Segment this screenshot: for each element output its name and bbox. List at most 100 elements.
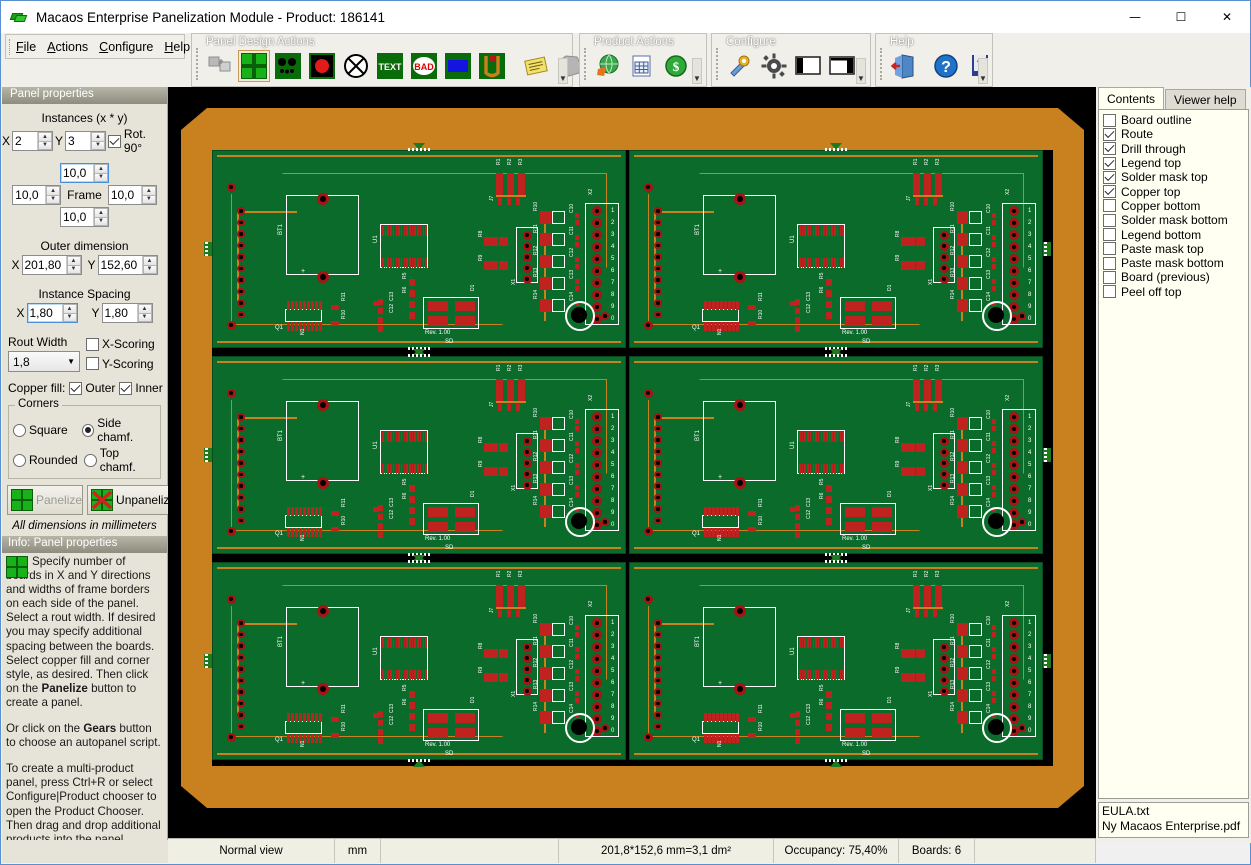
toolbar-grip[interactable] xyxy=(196,48,201,80)
board-instance[interactable]: BT1 + U1 Q1 N1 R11 R10 C13 C12 R5 R6 Rev. 1.00 SD D1 R… xyxy=(212,562,626,760)
menu-help[interactable]: Help xyxy=(164,40,190,54)
toolbar-overflow[interactable]: ▼ xyxy=(976,48,990,84)
layout-left-button[interactable] xyxy=(792,50,824,82)
panelize-button[interactable]: Panelize xyxy=(7,485,84,515)
spacing-y-input[interactable] xyxy=(102,304,137,322)
x-scoring-checkbox[interactable]: X-Scoring xyxy=(86,337,155,351)
spinner-buttons[interactable]: ▲ ▼ xyxy=(93,208,108,226)
instances-x-stepper[interactable]: ▲▼ xyxy=(12,131,54,151)
layer-row[interactable]: Copper bottom xyxy=(1103,199,1248,213)
frame-top-input[interactable] xyxy=(61,164,93,182)
spacing-x-input[interactable] xyxy=(27,304,62,322)
pcb-viewer-canvas[interactable]: BT1 + U1 Q1 N1 R11 R10 C13 C12 R5 R6 Rev. 1.00 SD D1 R… xyxy=(168,87,1096,839)
instances-x-input[interactable] xyxy=(13,132,38,150)
frame-right-stepper[interactable]: ▲▼ xyxy=(107,185,157,205)
spinner-buttons[interactable]: ▲ ▼ xyxy=(140,186,156,204)
copper-fill-inner-checkbox[interactable]: Inner xyxy=(119,381,163,395)
minimize-button[interactable]: — xyxy=(1112,1,1158,33)
table-button[interactable] xyxy=(626,50,658,82)
bad-mark-button[interactable]: BAD xyxy=(408,50,440,82)
layer-row[interactable]: Paste mask bottom xyxy=(1103,256,1248,270)
layer-row[interactable]: Drill through xyxy=(1103,142,1248,156)
layer-row[interactable]: Paste mask top xyxy=(1103,242,1248,256)
menu-actions[interactable]: Actions xyxy=(47,40,88,54)
toolbar-overflow[interactable]: ▼ xyxy=(556,48,570,84)
board-instance[interactable]: BT1 + U1 Q1 N1 R11 R10 C13 C12 R5 R6 Rev. 1.00 SD D1 R… xyxy=(629,356,1043,554)
unpanelize-button[interactable]: Unpanelize xyxy=(87,485,178,515)
spinner-buttons[interactable]: ▲ ▼ xyxy=(141,256,157,274)
toolbar-overflow[interactable]: ▼ xyxy=(690,48,704,84)
tab-viewer-help[interactable]: Viewer help xyxy=(1165,89,1246,109)
list-item[interactable]: EULA.txt xyxy=(1102,804,1248,819)
text-button[interactable]: TEXT xyxy=(374,50,406,82)
frame-left-stepper[interactable]: ▲▼ xyxy=(12,185,62,205)
frame-bottom-input[interactable] xyxy=(61,208,93,226)
toolbar-grip[interactable] xyxy=(716,48,721,80)
outer-x-input[interactable] xyxy=(22,256,66,274)
exit-button[interactable] xyxy=(888,50,920,82)
toolbar-grip[interactable] xyxy=(880,48,885,80)
spinner-buttons[interactable]: ▲ ▼ xyxy=(37,132,53,150)
close-button[interactable]: ✕ xyxy=(1204,1,1250,33)
rout-shape-button[interactable] xyxy=(476,50,508,82)
corner-top-chamf-radio[interactable]: Top chamf. xyxy=(84,446,156,474)
layer-row[interactable]: Legend bottom xyxy=(1103,227,1248,242)
corner-side-chamf-radio[interactable]: Side chamf. xyxy=(82,416,156,444)
toolbar-grip[interactable] xyxy=(584,48,589,80)
layer-row[interactable]: Peel off top xyxy=(1103,285,1248,299)
blue-area-button[interactable] xyxy=(442,50,474,82)
gears-button[interactable] xyxy=(758,50,790,82)
list-item[interactable]: Ny Macaos Enterprise.pdf xyxy=(1102,819,1248,834)
corner-square-radio[interactable]: Square xyxy=(13,416,82,444)
outer-x-stepper[interactable]: ▲▼ xyxy=(21,255,82,275)
spinner-buttons[interactable]: ▲ ▼ xyxy=(61,304,77,322)
outer-y-input[interactable] xyxy=(98,256,142,274)
rotate-90-checkbox[interactable]: Rot. 90° xyxy=(108,127,167,155)
menu-grip[interactable] xyxy=(9,39,13,55)
layer-row[interactable]: Solder mask top xyxy=(1103,170,1248,184)
menu-file[interactable]: File xyxy=(16,40,36,54)
layer-row[interactable]: Board (previous) xyxy=(1103,270,1248,284)
board-instance[interactable]: BT1 + U1 Q1 N1 R11 R10 C13 C12 R5 R6 Rev. 1.00 SD D1 R… xyxy=(212,356,626,554)
spacing-y-stepper[interactable]: ▲▼ xyxy=(101,303,153,323)
spacing-x-stepper[interactable]: ▲▼ xyxy=(26,303,78,323)
layer-row[interactable]: Board outline xyxy=(1103,113,1248,127)
board-instance[interactable]: BT1 + U1 Q1 N1 R11 R10 C13 C12 R5 R6 Rev. 1.00 SD D1 R… xyxy=(212,150,626,348)
mouse-bites-button[interactable] xyxy=(272,50,304,82)
layer-row[interactable]: Solder mask bottom xyxy=(1103,213,1248,227)
toolbar-overflow[interactable]: ▼ xyxy=(854,48,868,84)
menu-configure[interactable]: Configure xyxy=(99,40,153,54)
board-instance[interactable]: BT1 + U1 Q1 N1 R11 R10 C13 C12 R5 R6 Rev. 1.00 SD D1 R… xyxy=(629,150,1043,348)
spinner-buttons[interactable]: ▲ ▼ xyxy=(93,164,108,182)
web-button[interactable] xyxy=(592,50,624,82)
spinner-buttons[interactable]: ▲ ▼ xyxy=(45,186,61,204)
help-button[interactable]: ? xyxy=(930,50,962,82)
spinner-buttons[interactable]: ▲ ▼ xyxy=(65,256,81,274)
settings-button[interactable] xyxy=(724,50,756,82)
rout-width-select[interactable]: 1,8 ▼ xyxy=(8,351,80,372)
unpanelize-grey-button[interactable] xyxy=(204,50,236,82)
copper-fill-outer-checkbox[interactable]: Outer xyxy=(69,381,115,395)
tab-contents[interactable]: Contents xyxy=(1098,87,1165,109)
layer-row[interactable]: Legend top xyxy=(1103,156,1248,170)
panelize-grid-button[interactable] xyxy=(238,50,270,82)
maximize-button[interactable]: ☐ xyxy=(1158,1,1204,33)
corner-rounded-radio[interactable]: Rounded xyxy=(13,446,84,474)
add-drill-button[interactable] xyxy=(306,50,338,82)
y-scoring-checkbox[interactable]: Y-Scoring xyxy=(86,357,154,371)
frame-left-input[interactable] xyxy=(13,186,46,204)
frame-right-input[interactable] xyxy=(108,186,141,204)
board-instance[interactable]: BT1 + U1 Q1 N1 R11 R10 C13 C12 R5 R6 Rev. 1.00 SD D1 R… xyxy=(629,562,1043,760)
spinner-buttons[interactable]: ▲ ▼ xyxy=(90,132,106,150)
outer-y-stepper[interactable]: ▲▼ xyxy=(97,255,158,275)
frame-bottom-stepper[interactable]: ▲▼ xyxy=(60,207,109,227)
instances-y-stepper[interactable]: ▲▼ xyxy=(65,131,107,151)
price-button[interactable]: $ xyxy=(660,50,692,82)
instances-y-input[interactable] xyxy=(66,132,91,150)
notes-button[interactable] xyxy=(520,50,552,82)
frame-top-stepper[interactable]: ▲▼ xyxy=(60,163,109,183)
layer-row[interactable]: Route xyxy=(1103,127,1248,141)
fiducial-button[interactable] xyxy=(340,50,372,82)
spinner-buttons[interactable]: ▲ ▼ xyxy=(136,304,152,322)
layer-row[interactable]: Copper top xyxy=(1103,184,1248,199)
